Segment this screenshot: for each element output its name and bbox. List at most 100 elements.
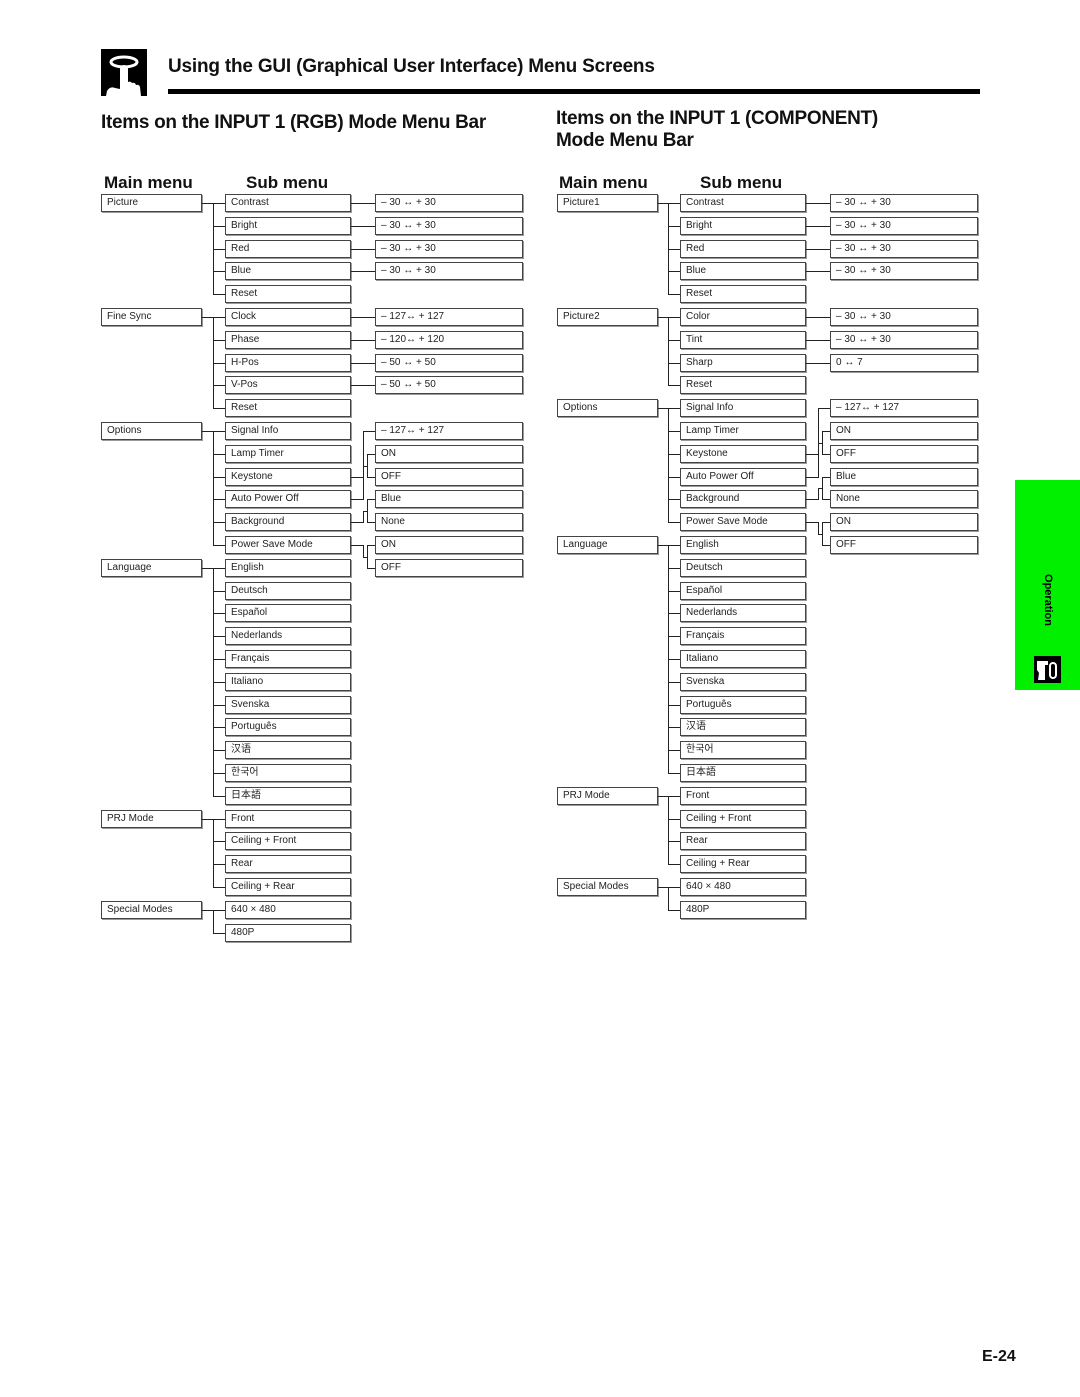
- sub-menu-item: Sharp: [680, 354, 806, 372]
- branch-line: [213, 591, 225, 592]
- trunk-line: [668, 317, 669, 386]
- setting-value-item: – 30 ↔ + 30: [375, 194, 523, 212]
- sub-menu-item: Bright: [225, 217, 351, 235]
- value-fork-line: [367, 499, 375, 500]
- sub-menu-item: Português: [225, 718, 351, 736]
- sub-menu-item: Keystone: [225, 468, 351, 486]
- branch-line: [213, 294, 225, 295]
- setting-value-item: – 30 ↔ + 30: [830, 308, 978, 326]
- value-connector-line: [806, 249, 830, 250]
- branch-line: [213, 522, 225, 523]
- trunk-line: [668, 408, 669, 523]
- sub-menu-item: H-Pos: [225, 354, 351, 372]
- sub-menu-item: Reset: [225, 285, 351, 303]
- connector-line: [658, 203, 668, 204]
- setting-value-item: None: [830, 490, 978, 508]
- value-connector-line: [351, 522, 363, 523]
- sub-menu-item: 480P: [680, 901, 806, 919]
- branch-line: [668, 682, 680, 683]
- sub-menu-item: Nederlands: [225, 627, 351, 645]
- branch-line: [213, 568, 225, 569]
- branch-line: [668, 408, 680, 409]
- branch-line: [213, 705, 225, 706]
- main-menu-item: Special Modes: [557, 878, 658, 896]
- value-connector-line: [351, 226, 375, 227]
- value-fork-line: [822, 431, 830, 432]
- branch-line: [668, 226, 680, 227]
- sub-menu-item: Front: [680, 787, 806, 805]
- sub-menu-item: Red: [680, 240, 806, 258]
- branch-line: [213, 408, 225, 409]
- branch-line: [213, 545, 225, 546]
- sub-menu-item: Signal Info: [680, 399, 806, 417]
- branch-line: [213, 819, 225, 820]
- sub-menu-item: 480P: [225, 924, 351, 942]
- value-fork-line: [367, 545, 368, 569]
- branch-line: [668, 591, 680, 592]
- component-main-menu-label: Main menu: [559, 173, 648, 192]
- branch-line: [213, 431, 225, 432]
- branch-line: [213, 636, 225, 637]
- rgb-main-menu-label: Main menu: [104, 173, 193, 192]
- connector-line: [658, 408, 668, 409]
- setting-value-item: OFF: [830, 445, 978, 463]
- sub-menu-item: Español: [680, 582, 806, 600]
- main-menu-item: Picture2: [557, 308, 658, 326]
- branch-line: [213, 499, 225, 500]
- trunk-line: [213, 910, 214, 934]
- branch-line: [213, 477, 225, 478]
- branch-line: [668, 454, 680, 455]
- sub-menu-item: Lamp Timer: [225, 445, 351, 463]
- sub-menu-item: 640 × 480: [680, 878, 806, 896]
- value-connector-line: [806, 363, 830, 364]
- sub-menu-item: Bright: [680, 217, 806, 235]
- branch-line: [668, 910, 680, 911]
- branch-line: [668, 477, 680, 478]
- branch-line: [668, 705, 680, 706]
- branch-line: [668, 545, 680, 546]
- trunk-line: [668, 887, 669, 911]
- sub-menu-item: Ceiling + Front: [225, 832, 351, 850]
- sub-menu-item: Tint: [680, 331, 806, 349]
- main-menu-item: Fine Sync: [101, 308, 202, 326]
- main-menu-item: Special Modes: [101, 901, 202, 919]
- sub-menu-item: Français: [680, 627, 806, 645]
- branch-line: [213, 682, 225, 683]
- value-fork-line: [822, 477, 830, 478]
- branch-line: [668, 773, 680, 774]
- sub-menu-item: Lamp Timer: [680, 422, 806, 440]
- value-connector-line: [351, 340, 375, 341]
- branch-line: [213, 910, 225, 911]
- branch-line: [668, 249, 680, 250]
- branch-line: [668, 317, 680, 318]
- sub-menu-item: Español: [225, 604, 351, 622]
- value-fork-line: [822, 545, 830, 546]
- setting-value-item: OFF: [830, 536, 978, 554]
- sub-menu-item: English: [680, 536, 806, 554]
- title-rule: [168, 89, 980, 94]
- connector-line: [202, 203, 213, 204]
- setting-value-item: OFF: [375, 468, 523, 486]
- sub-menu-item: Blue: [225, 262, 351, 280]
- value-fork-line: [367, 477, 375, 478]
- value-connector-line: [351, 477, 363, 478]
- value-fork-line: [822, 522, 830, 523]
- sub-menu-item: Contrast: [680, 194, 806, 212]
- main-menu-item: Language: [101, 559, 202, 577]
- value-connector-line: [806, 226, 830, 227]
- sub-menu-item: Blue: [680, 262, 806, 280]
- branch-line: [213, 340, 225, 341]
- setting-value-item: – 30 ↔ + 30: [830, 240, 978, 258]
- value-fork-line: [822, 431, 823, 455]
- trunk-line: [213, 819, 214, 888]
- component-section-heading-line2: Mode Menu Bar: [556, 130, 694, 151]
- branch-line: [668, 340, 680, 341]
- sub-menu-item: 한국어: [225, 764, 351, 782]
- sub-menu-item: Deutsch: [225, 582, 351, 600]
- value-fork-line: [367, 568, 375, 569]
- setting-value-item: – 127↔ + 127: [375, 422, 523, 440]
- branch-line: [213, 796, 225, 797]
- value-connector-line: [806, 340, 830, 341]
- branch-line: [668, 796, 680, 797]
- branch-line: [668, 363, 680, 364]
